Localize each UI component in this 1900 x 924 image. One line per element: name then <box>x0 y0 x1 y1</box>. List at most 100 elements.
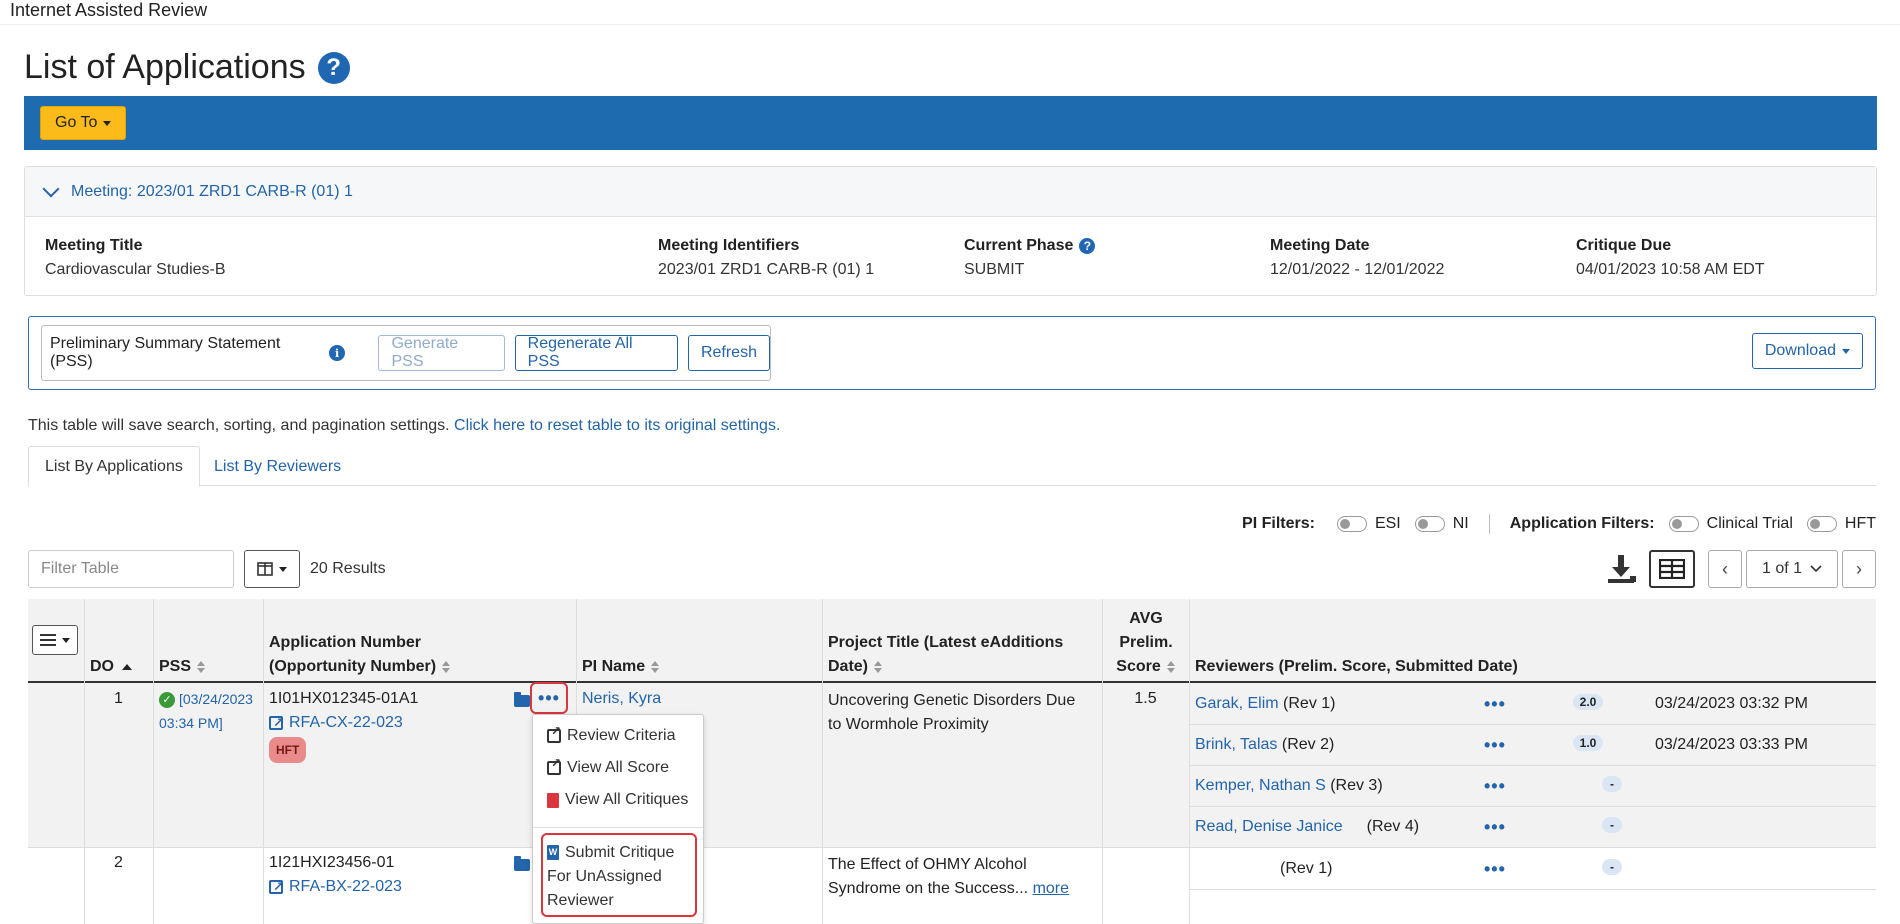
reviewer-more-icon[interactable]: ••• <box>1484 736 1506 754</box>
folder-icon[interactable] <box>514 856 530 871</box>
prev-page-button[interactable]: ‹ <box>1708 550 1742 588</box>
row-1-pss[interactable]: ✓ [03/24/2023 03:34 PM] <box>159 687 253 735</box>
page-indicator: 1 of 1 <box>1761 560 1803 577</box>
esi-toggle[interactable] <box>1336 516 1367 532</box>
critique-due-field: Critique Due 04/01/2023 10:58 AM EDT <box>1576 237 1765 279</box>
reviewer-row: Read, Denise Janice (Rev 4) <box>1195 818 1420 835</box>
reset-table-link[interactable]: Click here to reset table to its origina… <box>454 417 780 434</box>
sort-asc-icon <box>122 663 132 670</box>
filter-table-input[interactable] <box>28 550 234 588</box>
page-title-text: List of Applications <box>24 48 306 86</box>
app-title: Internet Assisted Review <box>10 0 208 20</box>
row-1-pi[interactable]: Neris, Kyra <box>582 687 661 711</box>
reviewer-link[interactable]: Read, Denise Janice <box>1195 818 1343 835</box>
pi-filters-label: PI Filters: <box>1242 515 1315 532</box>
reviewer-link[interactable]: Kemper, Nathan S <box>1195 777 1326 794</box>
score-pill: - <box>1602 776 1622 792</box>
clinical-trial-toggle[interactable] <box>1668 516 1699 532</box>
help-icon[interactable]: ? <box>1079 238 1096 254</box>
reviewer-more-icon[interactable]: ••• <box>1484 860 1506 878</box>
results-count: 20 Results <box>310 560 386 577</box>
col-header-project-title[interactable]: Project Title (Latest eAdditions Date) <box>828 631 1063 679</box>
field-value: Cardiovascular Studies-B <box>45 261 226 278</box>
reviewer-link[interactable]: Garak, Elim <box>1195 695 1279 712</box>
refresh-button[interactable]: Refresh <box>687 335 770 371</box>
tab-list-by-applications[interactable]: List By Applications <box>28 446 200 487</box>
field-value: 04/01/2023 10:58 AM EDT <box>1576 261 1765 278</box>
submitted-date: 03/24/2023 03:33 PM <box>1655 736 1809 753</box>
sort-icon <box>442 660 451 673</box>
go-to-button[interactable]: Go To <box>40 106 127 140</box>
menu-item-submit-critique[interactable]: W Submit Critique For UnAssigned Reviewe… <box>547 841 674 913</box>
check-circle-icon: ✓ <box>159 692 175 709</box>
page-select[interactable]: 1 of 1 <box>1746 550 1838 588</box>
col-header-pi-name[interactable]: PI Name <box>582 655 660 679</box>
header-divider <box>0 24 1900 25</box>
column-chooser-button[interactable] <box>244 550 300 588</box>
col-header-pss[interactable]: PSS <box>159 655 206 679</box>
caret-down-icon <box>279 566 287 572</box>
pss-time-link[interactable]: 03:34 PM] <box>159 715 223 731</box>
pss-date-link[interactable]: [03/24/2023 <box>179 691 253 707</box>
word-doc-icon: W <box>547 845 559 860</box>
sort-icon <box>874 660 883 673</box>
hft-badge: HFT <box>269 737 307 763</box>
reviewer-more-icon[interactable]: ••• <box>1484 695 1506 713</box>
row-1-actions-button[interactable]: ••• <box>530 682 568 714</box>
opportunity-link[interactable]: RFA-CX-22-023 <box>289 714 403 731</box>
tab-list-by-reviewers[interactable]: List By Reviewers <box>198 446 357 487</box>
submitted-date: 03/24/2023 03:32 PM <box>1655 695 1809 712</box>
ni-label: NI <box>1452 515 1469 532</box>
reviewer-row: Kemper, Nathan S (Rev 3) <box>1195 777 1383 794</box>
row-2-application: 1I21HXI23456-01 RFA-BX-22-023 <box>269 851 402 899</box>
pi-link[interactable]: Neris, Kyra <box>582 690 661 707</box>
external-link-icon <box>547 756 561 775</box>
export-download-icon[interactable] <box>1604 552 1638 586</box>
external-link-icon <box>269 875 284 899</box>
menu-divider <box>533 827 703 828</box>
menu-item-review-criteria[interactable]: Review Criteria <box>547 724 675 745</box>
row-1-avg-score: 1.5 <box>1134 690 1157 707</box>
ni-toggle[interactable] <box>1414 516 1445 532</box>
col-header-avg-score[interactable]: AVG Prelim. Score <box>1108 607 1184 679</box>
reviewer-row: Brink, Talas (Rev 2) <box>1195 736 1335 753</box>
reviewer-link[interactable]: Brink, Talas <box>1195 736 1277 753</box>
help-icon[interactable]: ? <box>317 51 350 84</box>
menu-item-view-all-critiques[interactable]: View All Critiques <box>547 791 688 809</box>
external-link-icon <box>269 711 284 735</box>
hft-toggle[interactable] <box>1806 516 1837 532</box>
info-icon[interactable]: i <box>329 345 345 361</box>
reviewer-more-icon[interactable]: ••• <box>1484 818 1506 836</box>
sort-icon <box>197 660 206 673</box>
chevron-down-icon <box>1810 565 1822 573</box>
chevron-down-icon <box>42 180 60 197</box>
folder-icon[interactable] <box>514 692 530 707</box>
generate-pss-button[interactable]: Generate PSS <box>378 335 505 371</box>
grid-view-button[interactable] <box>1649 550 1695 588</box>
row-1-title: Uncovering Genetic Disorders Due to Worm… <box>828 692 1076 733</box>
col-header-application-number[interactable]: Application Number (Opportunity Number) <box>269 631 451 679</box>
table-menu-button[interactable] <box>32 625 78 655</box>
field-value: 2023/01 ZRD1 CARB-R (01) 1 <box>658 261 875 278</box>
sort-icon <box>651 660 660 673</box>
meeting-toggle[interactable]: Meeting: 2023/01 ZRD1 CARB-R (01) 1 <box>25 167 1876 217</box>
filters-divider <box>1488 514 1490 534</box>
menu-item-view-all-score[interactable]: View All Score <box>547 756 669 777</box>
current-phase-label: Current Phase <box>964 237 1074 254</box>
regenerate-all-pss-button[interactable]: Regenerate All PSS <box>514 335 678 371</box>
hft-label: HFT <box>1844 515 1876 532</box>
meeting-card: Meeting: 2023/01 ZRD1 CARB-R (01) 1 Meet… <box>24 166 1877 296</box>
download-button[interactable]: Download <box>1751 333 1863 369</box>
opportunity-link[interactable]: RFA-BX-22-023 <box>289 878 402 895</box>
next-page-button[interactable]: › <box>1842 550 1876 588</box>
field-value: SUBMIT <box>964 261 1025 278</box>
col-header-do[interactable]: DO <box>90 655 132 679</box>
score-pill: 1.0 <box>1573 735 1603 751</box>
meeting-identifiers-field: Meeting Identifiers 2023/01 ZRD1 CARB-R … <box>658 237 874 279</box>
columns-icon <box>257 562 273 576</box>
caret-down-icon <box>62 637 70 643</box>
reviewer-more-icon[interactable]: ••• <box>1484 777 1506 795</box>
current-phase-field: Current Phase ? SUBMIT <box>964 237 1096 279</box>
more-link[interactable]: more <box>1033 880 1069 897</box>
row-1-do: 1 <box>114 690 123 707</box>
